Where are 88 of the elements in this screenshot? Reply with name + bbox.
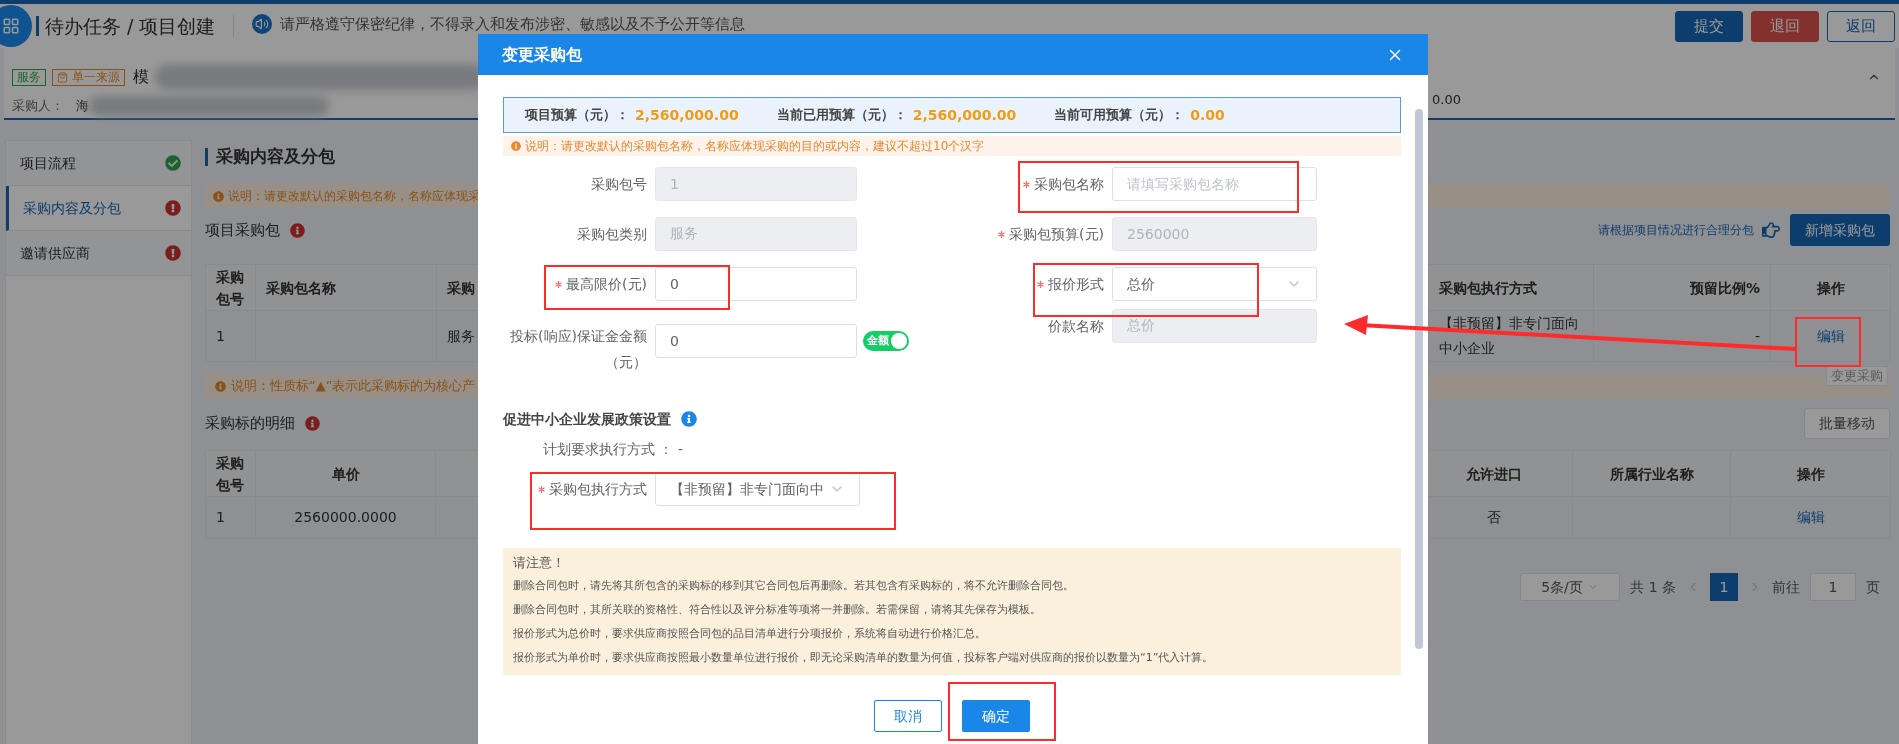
plan-text: 计划要求执行方式 ： - (543, 439, 683, 459)
select-field[interactable]: 总价 (1112, 267, 1317, 301)
sidebar-item[interactable]: 项目流程 (6, 141, 191, 186)
info-icon (213, 190, 224, 202)
check-icon (165, 155, 181, 171)
hint-text: 请根据项目情况进行合理分包 (1598, 222, 1754, 239)
table-cell: - (1754, 327, 1760, 344)
notes-title: 请注意！ (513, 554, 566, 572)
dialog-button[interactable]: 确定 (962, 700, 1030, 732)
annotation-box (1795, 317, 1861, 367)
tag: 服务 (12, 68, 46, 86)
column-header: 采购包号 (205, 264, 256, 311)
section-title: 促进中小企业发展政策设置 (503, 409, 671, 429)
note-line: 报价形式为总价时，要求供应商按照合同包的品目清单进行分项报价，系统将自动进行价格汇总。 (513, 626, 987, 642)
field-label: 采购包类别 (577, 224, 647, 244)
info-icon (215, 380, 226, 392)
dialog-title: 变更采购包 (502, 43, 582, 66)
info-icon (305, 415, 320, 431)
field-label: 采购包执行方式 (549, 479, 647, 499)
alert-icon (165, 200, 181, 216)
pointing-hand-icon (1760, 221, 1782, 239)
table-cell: 2560000.0000 (294, 509, 397, 525)
info-icon (681, 411, 697, 427)
subsection-title: 项目采购包 (205, 219, 280, 241)
column-header: 采购包名称 (255, 264, 437, 311)
page-button[interactable]: 1 (1710, 573, 1738, 601)
action-button[interactable]: 提交 (1675, 10, 1743, 42)
page-suffix: 页 (1866, 577, 1880, 597)
table-cell: 1 (216, 327, 225, 344)
note-line: 删除合同包时，其所关联的资格性、符合性以及评分标准等项将一并删除。若需保留，请将其先保存为模板。 (513, 602, 1042, 618)
table-cell: 1 (216, 509, 225, 525)
field-label: 最高限价(元) (566, 274, 647, 294)
budget-amount: 2,560,000.00 (912, 105, 1017, 125)
budget-amount: 0.00 (1190, 105, 1225, 125)
budget-label: 当前可用预算（元）： (1054, 106, 1185, 125)
action-button[interactable]: 返回 (1827, 10, 1895, 42)
speaker-icon (252, 14, 273, 34)
column-header: 预留比例% (1593, 264, 1771, 311)
page-title: 待办任务 / 项目创建 (45, 13, 216, 39)
budget-label: 当前已用预算（元）： (776, 106, 907, 125)
column-header: 单价 (255, 450, 436, 497)
bag-icon (57, 71, 68, 83)
field-label: 价款名称 (1048, 316, 1104, 336)
page-input[interactable]: 1 (1810, 573, 1856, 601)
action-button[interactable]: 退回 (1751, 10, 1819, 42)
dialog-button[interactable]: 取消 (874, 700, 942, 732)
field-label: 投标(响应)保证金金额（元） (509, 327, 647, 372)
input-field[interactable]: 请填写采购包名称 (1112, 167, 1317, 201)
table-cell: 服务 (447, 327, 475, 344)
column-header: 所属行业名称 (1572, 450, 1731, 497)
column-header: 采购包号 (205, 450, 256, 497)
tooltip: 变更采购 (1826, 366, 1888, 386)
info-icon (511, 141, 521, 151)
add-package-button[interactable]: 新增采购包 (1790, 214, 1890, 246)
notice-text: 请严格遵守保密纪律，不得录入和发布涉密、敏感以及不予公开等信息 (280, 15, 746, 33)
budget-value: 0.00 (1432, 91, 1461, 109)
buyer-name: 海 (76, 97, 89, 116)
notice-bar: 说明：请更改默认的采购包名称，名称应体现采购的目的或内容，建议不超过10个汉字 (503, 136, 1401, 156)
edit-link[interactable]: 编辑 (1816, 327, 1845, 344)
input-field[interactable]: 0 (655, 324, 857, 358)
alert-icon (165, 245, 181, 261)
field-label: 采购包预算(元) (1009, 224, 1104, 244)
subsection-title: 采购标的明细 (205, 412, 295, 434)
goto-label: 前往 (1772, 577, 1800, 597)
total-count: 共 1 条 (1630, 577, 1676, 597)
sidebar-item[interactable]: 邀请供应商 (6, 231, 191, 276)
note-line: 报价形式为单价时，要求供应商按照最小数量单位进行报价，即无论采购清单的数量为何值，投标客户端对供应商的报价以数量为“1”代入计算。 (513, 650, 1215, 666)
input-field[interactable]: 0 (655, 267, 857, 301)
toggle-switch[interactable]: 金额 (863, 331, 909, 351)
column-header: 操作 (1770, 264, 1891, 311)
budget-label: 项目预算（元）： (525, 106, 629, 125)
app-logo[interactable] (0, 5, 32, 47)
field-label: 报价形式 (1048, 274, 1104, 294)
column-header: 操作 (1730, 450, 1891, 497)
page-size-select[interactable]: 5条/页 (1520, 573, 1621, 601)
table-cell: 否 (1486, 509, 1501, 525)
section-title: 采购内容及分包 (216, 145, 335, 169)
sidebar-item[interactable]: 采购内容及分包 (6, 186, 191, 231)
buyer-label: 采购人： (12, 97, 64, 116)
scrollbar[interactable] (1415, 109, 1423, 649)
project-name: 模 (133, 66, 149, 88)
grid-icon (2, 17, 20, 35)
batch-move-button[interactable]: 批量移动 (1804, 407, 1890, 439)
note-line: 删除合同包时，请先将其所包含的采购标的移到其它合同包后再删除。若其包含有采购标的，将不允许删除合同包。 (513, 578, 1075, 594)
budget-amount: 2,560,000.00 (635, 105, 739, 125)
tag: 单一来源 (52, 68, 125, 86)
edit-link[interactable]: 编辑 (1796, 509, 1825, 525)
info-icon (290, 222, 305, 238)
